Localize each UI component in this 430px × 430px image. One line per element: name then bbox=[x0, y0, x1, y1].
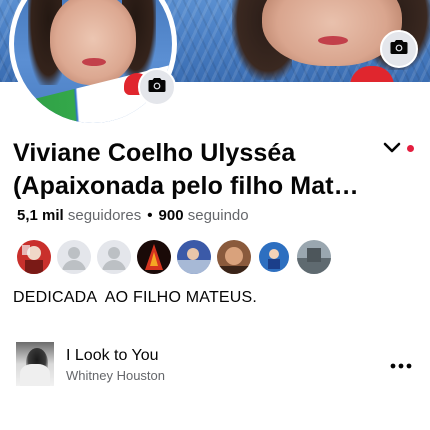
profile-lips bbox=[82, 58, 106, 66]
friend-avatar[interactable] bbox=[295, 238, 333, 276]
following-count[interactable]: 900 bbox=[159, 207, 184, 224]
followers-count[interactable]: 5,1 mil bbox=[17, 207, 64, 224]
music-more-button[interactable] bbox=[386, 354, 416, 376]
profile-face bbox=[50, 0, 136, 85]
following-label[interactable]: seguindo bbox=[188, 207, 249, 224]
profile-picture-area bbox=[9, 0, 177, 128]
profile-options-button[interactable] bbox=[381, 141, 403, 159]
song-artist: Whitney Houston bbox=[66, 368, 165, 383]
camera-icon bbox=[390, 39, 408, 60]
profile-name-line-1: Viviane Coelho Ulysséa bbox=[13, 139, 296, 167]
notification-dot bbox=[407, 145, 414, 152]
edit-profile-picture-button[interactable] bbox=[138, 68, 176, 106]
cover-lips bbox=[318, 36, 348, 45]
profile-music-item[interactable]: I Look to You Whitney Houston bbox=[0, 336, 430, 396]
song-title: I Look to You bbox=[66, 347, 159, 364]
follow-stats: 5,1 mil seguidores • 900 seguindo bbox=[17, 206, 249, 226]
profile-picture[interactable] bbox=[9, 0, 177, 128]
edit-cover-photo-button[interactable] bbox=[380, 30, 418, 68]
album-cover bbox=[16, 342, 54, 386]
friend-avatar[interactable] bbox=[215, 238, 253, 276]
profile-name-line-2: (Apaixonada pelo filho Mat… bbox=[13, 172, 359, 200]
album-cover-garment bbox=[20, 364, 50, 386]
followers-avatar-row bbox=[15, 238, 333, 276]
profile-photo-image bbox=[14, 0, 172, 123]
friend-avatar[interactable] bbox=[15, 238, 53, 276]
stats-separator: • bbox=[147, 207, 153, 224]
profile-bio: DEDICADA AO FILHO MATEUS. bbox=[13, 289, 258, 306]
friend-avatar[interactable] bbox=[55, 238, 93, 276]
friend-avatar[interactable] bbox=[95, 238, 133, 276]
friend-avatar[interactable] bbox=[175, 238, 213, 276]
friend-avatar[interactable] bbox=[255, 238, 293, 276]
followers-label[interactable]: seguidores bbox=[68, 207, 141, 224]
profile-name: Viviane Coelho Ulysséa (Apaixonada pelo … bbox=[13, 137, 373, 203]
friend-avatar[interactable] bbox=[135, 238, 173, 276]
camera-icon bbox=[148, 77, 166, 98]
chevron-down-icon bbox=[383, 141, 401, 159]
more-horizontal-icon bbox=[390, 356, 412, 374]
